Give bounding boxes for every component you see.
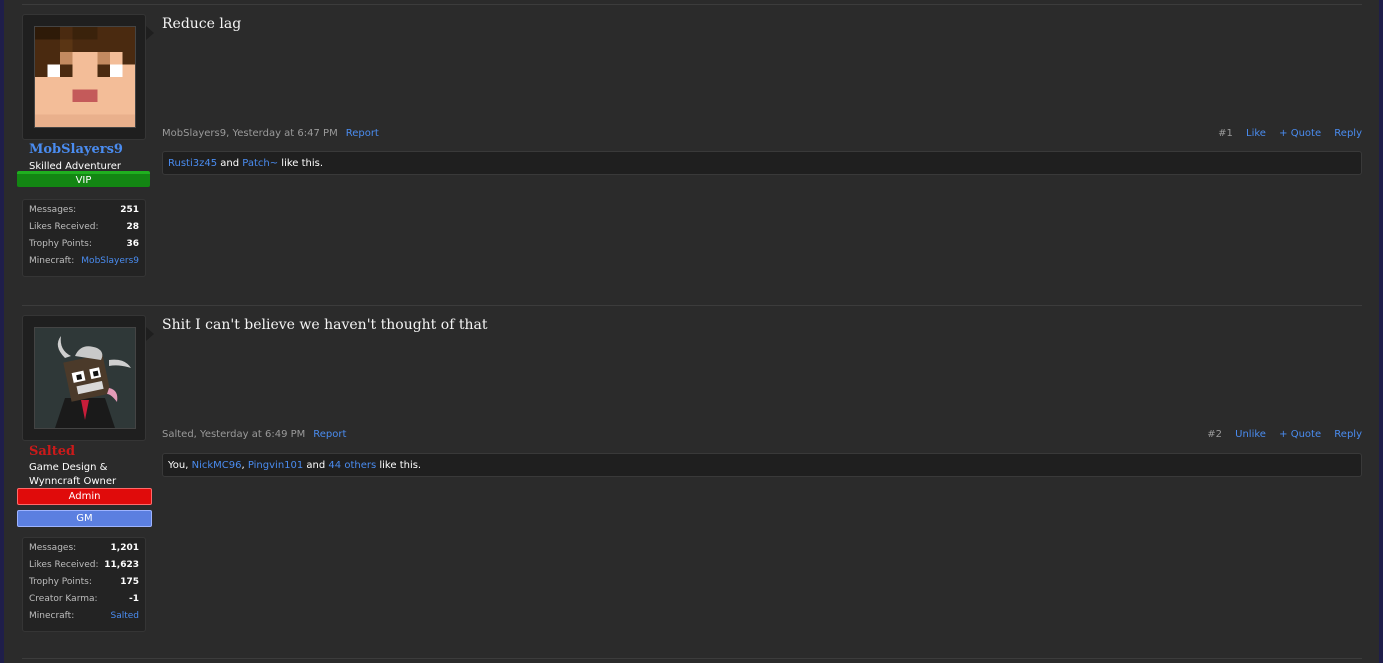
likes-summary: You, NickMC96, Pingvin101 and 44 others … (162, 453, 1362, 477)
user-title: Game Design & Wynncraft Owner (29, 461, 116, 489)
likes-text: like this. (278, 158, 324, 169)
avatar-arrow (146, 327, 154, 341)
post-meta: Salted, Yesterday at 6:49 PM Report (162, 429, 346, 440)
stat-label: Minecraft: (29, 256, 75, 266)
avatar-frame (22, 315, 146, 441)
message-text: Shit I can't believe we haven't thought … (162, 317, 488, 333)
username[interactable]: MobSlayers9 (29, 142, 123, 157)
divider (22, 305, 1362, 306)
likes-text: and (217, 158, 243, 169)
liker-link[interactable]: Rusti3z45 (168, 158, 217, 169)
avatar[interactable] (34, 26, 136, 128)
post-meta: MobSlayers9, Yesterday at 6:47 PM Report (162, 128, 379, 139)
quote-button[interactable]: + Quote (1279, 128, 1321, 139)
admin-banner: Admin (17, 488, 152, 505)
post-number[interactable]: #1 (1218, 128, 1233, 139)
stat-likes: Likes Received: 28 (23, 219, 145, 236)
stat-value: 36 (126, 239, 139, 249)
likes-summary: Rusti3z45 and Patch~ like this. (162, 151, 1362, 175)
report-link[interactable]: Report (313, 429, 346, 440)
avatar-frame (22, 14, 146, 140)
stat-minecraft: Minecraft: Salted (23, 608, 145, 625)
unlike-button[interactable]: Unlike (1235, 429, 1266, 440)
likes-text: like this. (376, 460, 422, 471)
stat-value: 28 (126, 222, 139, 232)
stat-label: Trophy Points: (29, 577, 92, 587)
stat-trophy: Trophy Points: 175 (23, 574, 145, 591)
stat-label: Likes Received: (29, 222, 99, 232)
others-link[interactable]: 44 others (328, 460, 376, 471)
quote-button[interactable]: + Quote (1279, 429, 1321, 440)
user-title-line: Wynncraft Owner (29, 476, 117, 487)
divider (22, 658, 1362, 659)
post-controls: #2 Unlike + Quote Reply (1197, 429, 1362, 440)
stat-value: 11,623 (104, 560, 139, 570)
stat-messages: Messages: 1,201 (23, 540, 145, 557)
report-link[interactable]: Report (346, 128, 379, 139)
right-edge (1379, 0, 1383, 663)
avatar-arrow (146, 26, 154, 40)
stat-label: Minecraft: (29, 611, 75, 621)
likes-text: and (303, 460, 329, 471)
stat-value: -1 (129, 594, 139, 604)
message-text: Reduce lag (162, 16, 242, 32)
stat-minecraft: Minecraft: MobSlayers9 (23, 253, 145, 270)
user-stats: Messages: 1,201 Likes Received: 11,623 T… (22, 537, 146, 632)
minecraft-link[interactable]: Salted (110, 608, 139, 625)
vip-banner: VIP (17, 171, 150, 187)
username[interactable]: Salted (29, 444, 75, 459)
user-stats: Messages: 251 Likes Received: 28 Trophy … (22, 199, 146, 277)
stat-label: Messages: (29, 543, 77, 553)
stat-messages: Messages: 251 (23, 202, 145, 219)
post-author-date[interactable]: MobSlayers9, Yesterday at 6:47 PM (162, 128, 338, 139)
user-title-line: Game Design & (29, 462, 108, 473)
liker-link[interactable]: Patch~ (242, 158, 278, 169)
stat-label: Creator Karma: (29, 594, 98, 604)
post-2: Salted Game Design & Wynncraft Owner Adm… (17, 315, 1362, 635)
divider (22, 4, 1362, 5)
stat-label: Likes Received: (29, 560, 99, 570)
avatar[interactable] (34, 327, 136, 429)
stat-label: Trophy Points: (29, 239, 92, 249)
reply-button[interactable]: Reply (1334, 429, 1362, 440)
gm-banner: GM (17, 510, 152, 527)
left-edge (0, 0, 4, 663)
like-button[interactable]: Like (1246, 128, 1266, 139)
reply-button[interactable]: Reply (1334, 128, 1362, 139)
stat-label: Messages: (29, 205, 77, 215)
stat-karma: Creator Karma: -1 (23, 591, 145, 608)
minecraft-link[interactable]: MobSlayers9 (81, 253, 139, 270)
liker-link[interactable]: Pingvin101 (248, 460, 303, 471)
post-1: MobSlayers9 Skilled Adventurer VIP Messa… (17, 14, 1362, 277)
stat-value: 175 (120, 577, 139, 587)
stat-value: 251 (120, 205, 139, 215)
stat-likes: Likes Received: 11,623 (23, 557, 145, 574)
post-number[interactable]: #2 (1207, 429, 1222, 440)
post-author-date[interactable]: Salted, Yesterday at 6:49 PM (162, 429, 305, 440)
likes-text: You, (168, 460, 192, 471)
post-controls: #1 Like + Quote Reply (1208, 128, 1362, 139)
stat-trophy: Trophy Points: 36 (23, 236, 145, 253)
liker-link[interactable]: NickMC96 (192, 460, 242, 471)
stat-value: 1,201 (110, 543, 139, 553)
